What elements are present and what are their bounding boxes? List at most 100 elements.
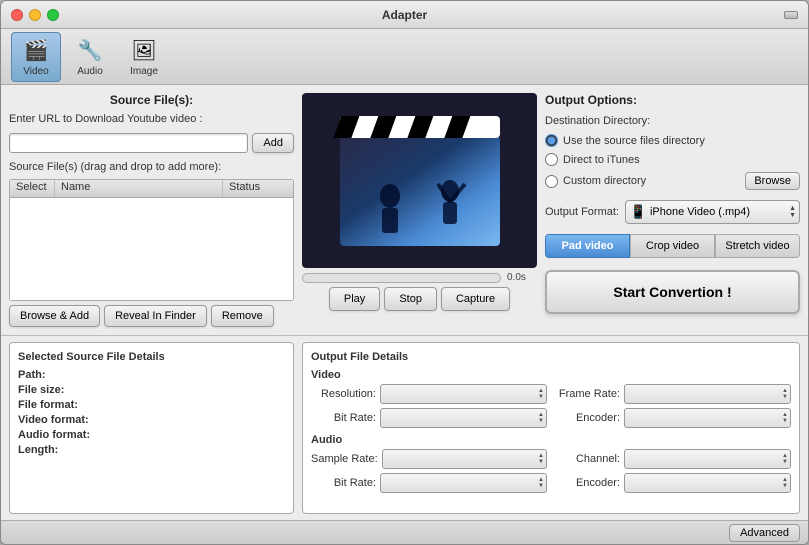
output-options-title: Output Options: (545, 93, 800, 107)
video-encoder-select-wrapper: ▲▼ (624, 408, 791, 428)
traffic-lights (11, 9, 59, 21)
radio-itunes: Direct to iTunes (545, 153, 800, 166)
window-resize-button[interactable] (784, 11, 798, 19)
audio-encoder-row: Encoder: ▲▼ (555, 473, 791, 493)
channel-select-wrapper: ▲▼ (624, 449, 791, 469)
video-bitrate-row: Bit Rate: ▲▼ (311, 408, 547, 428)
start-conversion-button[interactable]: Start Convertion ! (545, 270, 800, 314)
files-table: Select Name Status (9, 179, 294, 301)
capture-button[interactable]: Capture (441, 287, 510, 311)
progress-bar[interactable] (302, 273, 501, 283)
audio-bitrate-row: Bit Rate: ▲▼ (311, 473, 547, 493)
samplerate-select[interactable] (382, 449, 547, 469)
framerate-row: Frame Rate: ▲▼ (555, 384, 791, 404)
toolbar-audio[interactable]: 🔧 Audio (65, 33, 115, 81)
radio-custom-input[interactable] (545, 175, 558, 188)
source-details-title: Selected Source File Details (18, 351, 285, 363)
advanced-button[interactable]: Advanced (729, 524, 800, 542)
length-row: Length: (18, 444, 285, 456)
player-buttons: Play Stop Capture (302, 287, 537, 311)
source-title: Source File(s): (9, 93, 294, 107)
col-name: Name (55, 180, 223, 197)
browse-directory-button[interactable]: Browse (745, 172, 800, 190)
crop-video-button[interactable]: Crop video (630, 234, 715, 258)
add-button[interactable]: Add (252, 133, 294, 153)
url-input[interactable] (9, 133, 248, 153)
format-label: Output Format: (545, 206, 619, 218)
video-bitrate-select[interactable] (380, 408, 547, 428)
video-section-label: Video (311, 369, 791, 381)
source-details-panel: Selected Source File Details Path: File … (9, 342, 294, 514)
toolbar-video[interactable]: 🎬 Video (11, 32, 61, 82)
video-encoder-select[interactable] (624, 408, 791, 428)
col-status: Status (223, 180, 293, 197)
audioformat-row: Audio format: (18, 429, 285, 441)
files-label: Source File(s) (drag and drop to add mor… (9, 161, 294, 173)
audio-encoder-select[interactable] (624, 473, 791, 493)
radio-source: Use the source files directory (545, 134, 800, 147)
url-row: Enter URL to Download Youtube video : (9, 113, 294, 125)
radio-itunes-input[interactable] (545, 153, 558, 166)
titlebar: Adapter (1, 1, 808, 29)
left-panel: Source File(s): Enter URL to Download Yo… (9, 93, 294, 327)
samplerate-label: Sample Rate: (311, 453, 378, 465)
resolution-select[interactable] (380, 384, 547, 404)
minimize-button[interactable] (29, 9, 41, 21)
resolution-select-wrapper: ▲▼ (380, 384, 547, 404)
framerate-select[interactable] (624, 384, 791, 404)
audio-icon: 🔧 (76, 37, 104, 65)
stretch-video-button[interactable]: Stretch video (715, 234, 800, 258)
format-row: Output Format: 📱 iPhone Video (.mp4) MP4… (545, 200, 800, 224)
audio-encoder-label: Encoder: (555, 477, 620, 489)
radio-custom-label: Custom directory (563, 175, 646, 187)
radio-custom: Custom directory Browse (545, 172, 800, 190)
output-file-details-panel: Output File Details Video Resolution: ▲▼… (302, 342, 800, 514)
audio-bitrate-select[interactable] (380, 473, 547, 493)
video-bitrate-select-wrapper: ▲▼ (380, 408, 547, 428)
clapperboard-svg (330, 106, 510, 256)
reveal-in-finder-button[interactable]: Reveal In Finder (104, 305, 207, 327)
remove-button[interactable]: Remove (211, 305, 274, 327)
toolbar-video-label: Video (23, 66, 48, 77)
stop-button[interactable]: Stop (384, 287, 437, 311)
audio-bitrate-label: Bit Rate: (311, 477, 376, 489)
video-bitrate-label: Bit Rate: (311, 412, 376, 424)
channel-row: Channel: ▲▼ (555, 449, 791, 469)
channel-label: Channel: (555, 453, 620, 465)
video-fields-grid: Resolution: ▲▼ Frame Rate: ▲▼ (311, 384, 791, 428)
main-area: Source File(s): Enter URL to Download Yo… (1, 85, 808, 335)
close-button[interactable] (11, 9, 23, 21)
url-label: Enter URL to Download Youtube video : (9, 113, 202, 125)
window-title: Adapter (382, 8, 427, 22)
filesize-label: File size: (18, 384, 108, 396)
samplerate-row: Sample Rate: ▲▼ (311, 449, 547, 469)
right-panel: Output Options: Destination Directory: U… (545, 93, 800, 327)
audioformat-label: Audio format: (18, 429, 108, 441)
statusbar: Advanced (1, 520, 808, 544)
destination-label: Destination Directory: (545, 115, 800, 127)
bottom-area: Selected Source File Details Path: File … (1, 335, 808, 520)
progress-row: 0.0s (302, 272, 537, 283)
play-button[interactable]: Play (329, 287, 380, 311)
radio-source-label: Use the source files directory (563, 135, 705, 147)
preview-container (302, 93, 537, 268)
fileformat-row: File format: (18, 399, 285, 411)
col-select: Select (10, 180, 55, 197)
toolbar-image[interactable]: 🖼 Image (119, 33, 169, 81)
table-header: Select Name Status (10, 180, 293, 198)
audio-section-label: Audio (311, 434, 791, 446)
maximize-button[interactable] (47, 9, 59, 21)
video-icon: 🎬 (22, 37, 50, 65)
toolbar-image-label: Image (130, 66, 158, 77)
fileformat-label: File format: (18, 399, 108, 411)
audio-bitrate-select-wrapper: ▲▼ (380, 473, 547, 493)
pad-video-button[interactable]: Pad video (545, 234, 630, 258)
resolution-row: Resolution: ▲▼ (311, 384, 547, 404)
browse-add-button[interactable]: Browse & Add (9, 305, 100, 327)
format-select[interactable]: iPhone Video (.mp4) MP4 MOV AVI (625, 200, 800, 224)
videoformat-label: Video format: (18, 414, 108, 426)
image-icon: 🖼 (130, 37, 158, 65)
audio-encoder-select-wrapper: ▲▼ (624, 473, 791, 493)
channel-select[interactable] (624, 449, 791, 469)
radio-source-input[interactable] (545, 134, 558, 147)
